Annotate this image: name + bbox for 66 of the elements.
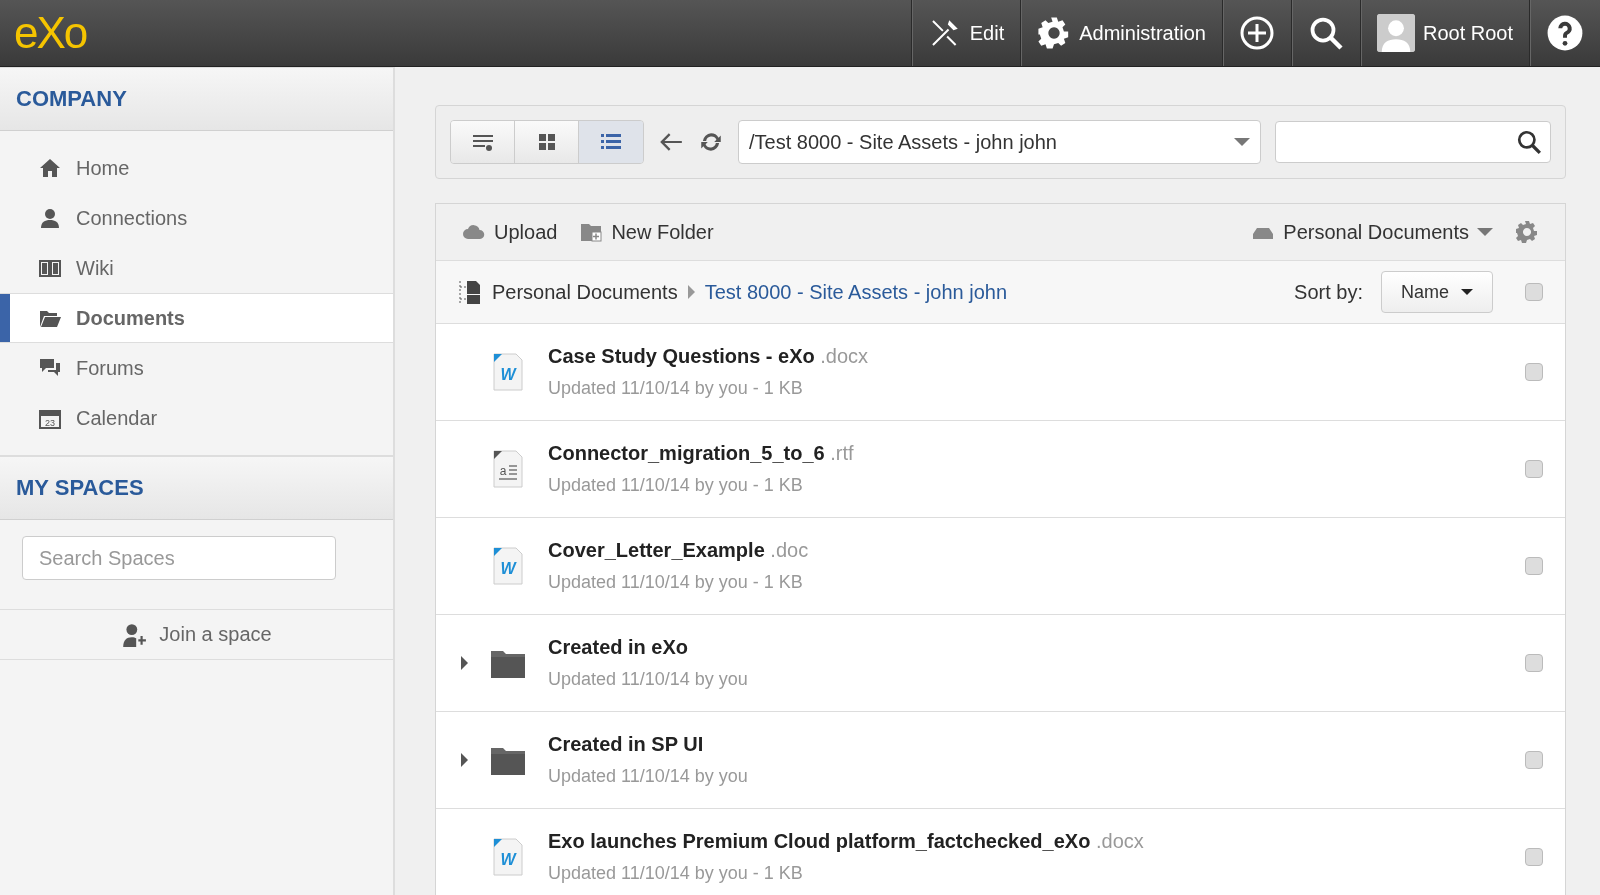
sidebar-item[interactable]: Connections (0, 193, 393, 243)
sidebar-item[interactable]: Forums (0, 343, 393, 393)
file-meta: Updated 11/10/14 by you - 1 KB (548, 863, 804, 884)
file-meta: Updated 11/10/14 by you - 1 KB (548, 572, 804, 593)
caret-icon (1477, 228, 1493, 236)
caret-icon (1461, 289, 1473, 295)
row-checkbox[interactable] (1525, 363, 1543, 381)
chevron-icon (687, 285, 695, 299)
file-row[interactable]: a Connector_migration_5_to_6 .rtf Updated 11/10/14 by you - 1 KB (436, 421, 1565, 518)
file-row[interactable]: W Cover_Letter_Example .doc Updated 11/10/14 by you - 1 KB (436, 518, 1565, 615)
file-row[interactable]: Created in SP UI Updated 11/10/14 by you (436, 712, 1565, 809)
row-checkbox[interactable] (1525, 751, 1543, 769)
admin-menu-button[interactable]: Administration (1020, 0, 1222, 66)
section-title: COMPANY (16, 86, 127, 112)
file-name: Exo launches Premium Cloud platform_factchecked_eXo .docx (548, 830, 1145, 853)
expand-icon[interactable] (460, 656, 468, 670)
file-meta: Updated 11/10/14 by you (548, 766, 749, 787)
edit-menu-button[interactable]: Edit (910, 0, 1021, 66)
view-button[interactable] (451, 121, 515, 163)
file-name: Case Study Questions - eXo .docx (548, 345, 870, 368)
file-meta: Updated 11/10/14 by you - 1 KB (548, 475, 804, 496)
add-person-icon (121, 621, 148, 648)
search-field[interactable] (1275, 121, 1551, 163)
breadcrumb-link[interactable]: Personal Documents (492, 280, 678, 304)
settings-button[interactable] (1515, 220, 1539, 244)
avatar-icon (1376, 14, 1415, 52)
caret-icon (1234, 138, 1250, 146)
row-checkbox[interactable] (1525, 848, 1543, 866)
file-row[interactable]: W Case Study Questions - eXo .docx Updated 11/10/14 by you - 1 KB (436, 324, 1565, 421)
file-row[interactable]: W Exo launches Premium Cloud platform_factchecked_eXo .docx Updated 11/10/14 by you - 1 KB (436, 809, 1565, 895)
search-icon (1516, 129, 1542, 155)
file-row[interactable]: Created in eXo Updated 11/10/14 by you (436, 615, 1565, 712)
path-dropdown[interactable]: /Test 8000 - Site Assets - john john (738, 120, 1261, 164)
search-field[interactable]: Search Spaces (22, 536, 336, 580)
sidebar-item[interactable]: Documents (0, 293, 393, 343)
row-checkbox[interactable] (1525, 557, 1543, 575)
user-menu-button[interactable]: Root Root (1359, 0, 1529, 66)
select-all-checkbox[interactable] (1525, 283, 1543, 301)
add-icon (1238, 15, 1275, 51)
person-icon (38, 206, 62, 230)
file-name: Created in SP UI (548, 733, 705, 756)
sidebar-item[interactable]: Wiki (0, 243, 393, 293)
file-name: Created in eXo (548, 636, 690, 659)
view-button[interactable] (579, 121, 643, 163)
sort-label: Sort by: (1294, 280, 1363, 304)
sort-dropdown[interactable]: Name (1381, 271, 1493, 313)
settings-icon (1515, 220, 1539, 244)
upload-button[interactable]: Upload (462, 220, 558, 244)
help-icon (1546, 14, 1584, 52)
file-name: Cover_Letter_Example .doc (548, 539, 810, 562)
row-checkbox[interactable] (1525, 460, 1543, 478)
expand-icon[interactable] (460, 753, 468, 767)
breadcrumb-current[interactable]: Test 8000 - Site Assets - john john (704, 280, 1008, 304)
sidebar-item[interactable]: Home (0, 143, 393, 193)
row-checkbox[interactable] (1525, 654, 1543, 672)
file-meta: Updated 11/10/14 by you (548, 669, 749, 690)
new-folder-button[interactable]: New Folder (579, 220, 714, 244)
logo[interactable]: eXo (14, 8, 87, 57)
section-title: MY SPACES (16, 475, 144, 501)
file-meta: Updated 11/10/14 by you - 1 KB (548, 378, 804, 399)
drive-dropdown[interactable]: Personal Documents (1251, 220, 1493, 244)
view-button[interactable] (515, 121, 579, 163)
home-icon (38, 156, 62, 180)
sidebar-item[interactable]: 23 Calendar (0, 393, 393, 443)
document-tree-icon (458, 279, 482, 305)
file-name: Connector_migration_5_to_6 .rtf (548, 442, 855, 465)
